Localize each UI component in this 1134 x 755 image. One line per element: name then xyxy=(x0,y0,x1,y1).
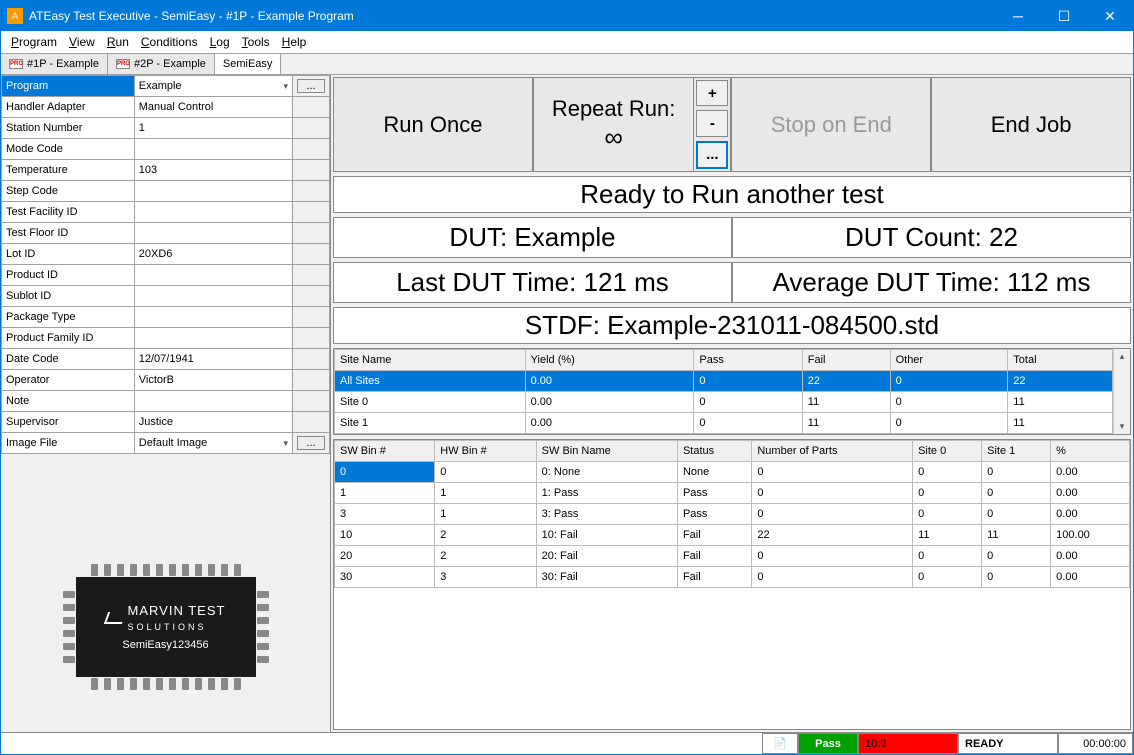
prop-program-key[interactable]: Program xyxy=(2,76,135,97)
dut-count: DUT Count: 22 xyxy=(732,217,1131,258)
chevron-down-icon[interactable]: ▾ xyxy=(284,438,289,449)
brand-logo-icon xyxy=(103,612,125,624)
status-log-icon[interactable]: 📄 xyxy=(762,733,798,754)
menubar: Program View Run Conditions Log Tools He… xyxy=(1,31,1133,53)
dut-label: DUT: Example xyxy=(333,217,732,258)
chevron-down-icon[interactable]: ▾ xyxy=(284,81,289,92)
menu-conditions[interactable]: Conditions xyxy=(135,33,204,51)
repeat-minus-button[interactable]: - xyxy=(696,110,728,136)
titlebar: A ATEasy Test Executive - SemiEasy - #1P… xyxy=(1,1,1133,31)
menu-log[interactable]: Log xyxy=(204,33,236,51)
chevron-down-icon[interactable]: ▾ xyxy=(1120,421,1125,432)
chip-preview: MARVIN TESTSOLUTIONS SemiEasy123456 xyxy=(1,454,330,732)
status-ready: Ready to Run another test xyxy=(333,176,1131,213)
last-dut-time: Last DUT Time: 121 ms xyxy=(333,262,732,303)
tab-1p[interactable]: PRG#1P - Example xyxy=(1,54,108,74)
table-row[interactable]: 30330: FailFail0000.00 xyxy=(335,567,1130,588)
status-pass: Pass xyxy=(798,733,858,754)
status-ready: READY xyxy=(958,733,1058,754)
prg-icon: PRG xyxy=(116,59,130,69)
table-row[interactable]: Site 10.00011011 xyxy=(335,413,1113,434)
properties-table: ProgramExample▾... Handler AdapterManual… xyxy=(1,75,330,454)
table-row[interactable]: 000: NoneNone0000.00 xyxy=(335,462,1130,483)
app-icon: A xyxy=(7,8,23,24)
table-row[interactable]: All Sites0.00022022 xyxy=(335,371,1113,392)
chevron-up-icon[interactable]: ▴ xyxy=(1120,351,1125,362)
repeat-plus-button[interactable]: + xyxy=(696,80,728,106)
menu-help[interactable]: Help xyxy=(276,33,313,51)
minimize-button[interactable]: ─ xyxy=(995,1,1041,31)
table-row[interactable]: 20220: FailFail0000.00 xyxy=(335,546,1130,567)
close-button[interactable]: ✕ xyxy=(1087,1,1133,31)
tab-semieasy[interactable]: SemiEasy xyxy=(215,54,282,74)
dashboard-pane: Run Once Repeat Run:∞ + - ... Stop on En… xyxy=(331,75,1133,732)
prg-icon: PRG xyxy=(9,59,23,69)
properties-pane: ProgramExample▾... Handler AdapterManual… xyxy=(1,75,331,732)
prop-image-more[interactable]: ... xyxy=(297,436,324,450)
menu-tools[interactable]: Tools xyxy=(236,33,276,51)
stop-on-end-button[interactable]: Stop on End xyxy=(731,77,931,172)
statusbar: 📄 Pass 10:9 READY 00:00:00 xyxy=(1,732,1133,754)
maximize-button[interactable]: ☐ xyxy=(1041,1,1087,31)
table-row[interactable]: 10210: FailFail221111100.00 xyxy=(335,525,1130,546)
avg-dut-time: Average DUT Time: 112 ms xyxy=(732,262,1131,303)
end-job-button[interactable]: End Job xyxy=(931,77,1131,172)
prop-program-val[interactable]: Example▾ xyxy=(134,76,292,97)
table-row[interactable]: Site 00.00011011 xyxy=(335,392,1113,413)
stdf-file: STDF: Example-231011-084500.std xyxy=(333,307,1131,344)
scrollbar[interactable]: ▴▾ xyxy=(1113,349,1130,434)
run-once-button[interactable]: Run Once xyxy=(333,77,533,172)
prop-program-more[interactable]: ... xyxy=(297,79,324,93)
site-table[interactable]: Site NameYield (%)PassFailOtherTotal All… xyxy=(333,348,1131,435)
table-row[interactable]: 313: PassPass0000.00 xyxy=(335,504,1130,525)
menu-run[interactable]: Run xyxy=(101,33,135,51)
tabstrip: PRG#1P - Example PRG#2P - Example SemiEa… xyxy=(1,53,1133,75)
status-time: 00:00:00 xyxy=(1058,733,1133,754)
menu-view[interactable]: View xyxy=(63,33,101,51)
window-title: ATEasy Test Executive - SemiEasy - #1P -… xyxy=(29,9,995,23)
chip-serial: SemiEasy123456 xyxy=(122,639,208,651)
menu-program[interactable]: Program xyxy=(5,33,63,51)
bin-table[interactable]: SW Bin #HW Bin #SW Bin NameStatusNumber … xyxy=(333,439,1131,730)
tab-2p[interactable]: PRG#2P - Example xyxy=(108,54,215,74)
repeat-more-button[interactable]: ... xyxy=(696,141,728,169)
table-row[interactable]: 111: PassPass0000.00 xyxy=(335,483,1130,504)
status-fail: 10:9 xyxy=(858,733,958,754)
repeat-run-button[interactable]: Repeat Run:∞ xyxy=(534,78,694,171)
